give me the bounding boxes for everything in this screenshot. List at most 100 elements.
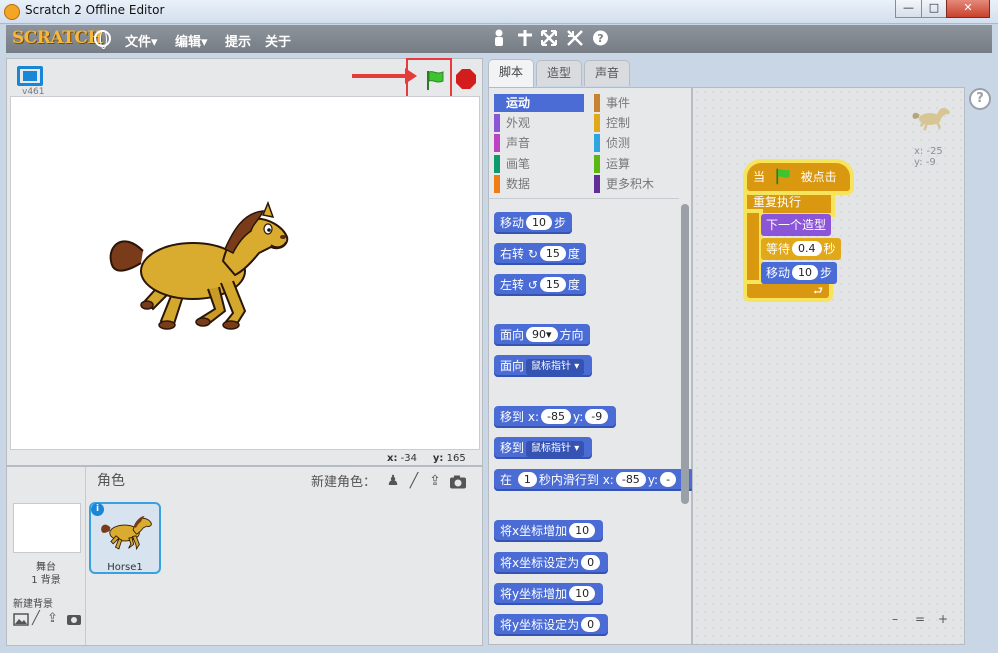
block-input[interactable]: 0 bbox=[581, 555, 601, 570]
category-motion[interactable]: 运动 bbox=[494, 94, 584, 112]
menu-bar: SCRATCH 文件▾ 编辑▾ 提示 关于 ? bbox=[6, 25, 992, 53]
block-point-towards[interactable]: 面向 鼠标指针 ▾ bbox=[494, 355, 593, 377]
category-sound[interactable]: 声音 bbox=[494, 134, 584, 152]
maximize-button[interactable]: □ bbox=[921, 0, 947, 18]
green-flag-icon bbox=[776, 168, 790, 185]
sprites-title: 角色 bbox=[97, 473, 125, 489]
delete-icon[interactable] bbox=[517, 29, 533, 47]
menu-file[interactable]: 文件▾ bbox=[125, 31, 158, 50]
category-sensing[interactable]: 侦测 bbox=[594, 134, 684, 152]
category-events[interactable]: 事件 bbox=[594, 94, 684, 112]
rotate-right-icon: ↻ bbox=[527, 247, 538, 261]
block-input[interactable]: 0.4 bbox=[792, 241, 822, 256]
close-button[interactable]: ✕ bbox=[946, 0, 990, 18]
upload-backdrop-icon[interactable]: ⇪ bbox=[47, 612, 63, 626]
block-set-x[interactable]: 将x坐标设定为 0 bbox=[494, 552, 609, 574]
mouse-coordinates: x: -34 y: 165 bbox=[387, 453, 466, 464]
block-input[interactable]: - bbox=[660, 472, 677, 487]
tab-sounds[interactable]: 声音 bbox=[584, 60, 630, 86]
block-goto-xy[interactable]: 移到 x: -85 y: -9 bbox=[494, 406, 617, 428]
block-input[interactable]: 10 bbox=[569, 586, 596, 601]
block-input[interactable]: 10 bbox=[526, 215, 553, 230]
svg-text:?: ? bbox=[597, 32, 603, 45]
block-turn-left[interactable]: 左转 ↺ 15 度 bbox=[494, 274, 586, 296]
block-wait[interactable]: 等待 0.4 秒 bbox=[761, 238, 841, 260]
window-title: Scratch 2 Offline Editor bbox=[25, 3, 165, 17]
block-next-costume[interactable]: 下一个造型 bbox=[761, 214, 832, 236]
block-glide[interactable]: 在 1 秒内滑行到 x: -85 y: - bbox=[494, 469, 694, 491]
category-looks[interactable]: 外观 bbox=[494, 114, 584, 132]
block-change-y[interactable]: 将y坐标增加 10 bbox=[494, 583, 604, 605]
block-when-flag-clicked[interactable]: 当 被点击 bbox=[747, 163, 850, 191]
zoom-in-icon[interactable]: + bbox=[938, 612, 948, 626]
scripts-area[interactable]: x: -25 y: -9 重复执行 ⮐ 当 被点击 下一个造型 等待 0.4 秒 移… bbox=[692, 87, 965, 645]
paint-backdrop-icon[interactable]: ╱ bbox=[32, 612, 48, 626]
block-input[interactable]: 0 bbox=[581, 617, 601, 632]
block-input[interactable]: -85 bbox=[541, 409, 571, 424]
category-control[interactable]: 控制 bbox=[594, 114, 684, 132]
block-goto[interactable]: 移到 鼠标指针 ▾ bbox=[494, 437, 593, 459]
scratch-app-icon bbox=[4, 4, 20, 20]
horse-sprite[interactable] bbox=[103, 201, 293, 341]
backdrop-library-icon[interactable] bbox=[13, 612, 29, 626]
block-forever-arm bbox=[747, 213, 759, 285]
block-point-direction[interactable]: 面向 90▾ 方向 bbox=[494, 324, 590, 346]
sprite-ghost-icon bbox=[912, 107, 950, 131]
block-forever[interactable]: 重复执行 bbox=[747, 191, 831, 213]
duplicate-icon[interactable] bbox=[491, 29, 507, 47]
tab-costumes[interactable]: 造型 bbox=[536, 60, 582, 86]
block-turn-right[interactable]: 右转 ↻ 15 度 bbox=[494, 243, 586, 265]
scratch-logo[interactable]: SCRATCH bbox=[12, 28, 103, 48]
camera-backdrop-icon[interactable] bbox=[66, 612, 82, 626]
help-icon[interactable]: ? bbox=[592, 29, 609, 47]
block-move-script[interactable]: 移动 10 步 bbox=[761, 262, 838, 284]
category-operators[interactable]: 运算 bbox=[594, 155, 684, 173]
block-input[interactable]: 1 bbox=[517, 472, 537, 487]
category-pen[interactable]: 画笔 bbox=[494, 155, 584, 173]
presentation-mode-icon[interactable] bbox=[17, 66, 43, 86]
paint-sprite-icon[interactable]: ╱ bbox=[405, 473, 423, 489]
title-bar: Scratch 2 Offline Editor — □ ✕ bbox=[0, 0, 998, 24]
block-input[interactable]: -85 bbox=[615, 472, 646, 487]
block-input[interactable]: 15 bbox=[539, 277, 566, 292]
category-data[interactable]: 数据 bbox=[494, 175, 584, 193]
block-move-steps[interactable]: 移动 10 步 bbox=[494, 212, 573, 234]
block-change-x[interactable]: 将x坐标增加 10 bbox=[494, 520, 604, 542]
mouse-x-label: x: bbox=[387, 453, 398, 464]
sprite-pane: 角色 新建角色： ♟ ╱ ⇪ 舞台 1 背景 新建背景 ╱ ⇪ i Horse1 bbox=[6, 466, 483, 646]
block-input[interactable]: 15 bbox=[539, 246, 566, 261]
block-dropdown[interactable]: 鼠标指针 ▾ bbox=[526, 359, 585, 375]
sprite-library-icon[interactable]: ♟ bbox=[384, 473, 402, 489]
block-dropdown[interactable]: 鼠标指针 ▾ bbox=[526, 441, 585, 457]
stage-canvas[interactable] bbox=[10, 96, 480, 450]
new-backdrop-label: 新建背景 bbox=[13, 599, 53, 610]
block-input[interactable]: -9 bbox=[585, 409, 609, 424]
minimize-button[interactable]: — bbox=[895, 0, 922, 18]
palette-tabs: 脚本 造型 声音 bbox=[488, 58, 683, 88]
zoom-out-icon[interactable]: – bbox=[892, 612, 898, 626]
menu-edit[interactable]: 编辑▾ bbox=[175, 31, 208, 50]
stop-button[interactable] bbox=[456, 69, 476, 89]
menu-tips[interactable]: 提示 bbox=[225, 31, 251, 50]
category-more-blocks[interactable]: 更多积木 bbox=[594, 175, 684, 193]
green-flag-icon[interactable] bbox=[424, 69, 446, 91]
menu-about[interactable]: 关于 bbox=[265, 31, 291, 50]
palette-scrollbar[interactable] bbox=[681, 204, 689, 504]
block-input[interactable]: 10 bbox=[792, 265, 819, 280]
sprite-y: y: -9 bbox=[914, 157, 936, 168]
language-globe-icon[interactable] bbox=[94, 30, 111, 49]
upload-sprite-icon[interactable]: ⇪ bbox=[426, 473, 444, 489]
palette-scroll-thumb[interactable] bbox=[681, 204, 689, 504]
stage-panel: v461 x: -34 y: 165 bbox=[6, 58, 483, 466]
tab-scripts[interactable]: 脚本 bbox=[488, 59, 534, 87]
sprite-card-horse1[interactable]: i Horse1 bbox=[89, 502, 161, 574]
help-question-button[interactable]: ? bbox=[969, 88, 991, 110]
grow-icon[interactable] bbox=[541, 29, 557, 47]
block-input[interactable]: 90▾ bbox=[526, 327, 558, 342]
block-set-y[interactable]: 将y坐标设定为 0 bbox=[494, 614, 609, 636]
shrink-icon[interactable] bbox=[567, 29, 583, 47]
stage-thumbnail[interactable] bbox=[13, 503, 81, 553]
block-input[interactable]: 10 bbox=[569, 523, 596, 538]
zoom-reset-icon[interactable]: = bbox=[915, 612, 925, 626]
camera-sprite-icon[interactable] bbox=[449, 474, 467, 490]
